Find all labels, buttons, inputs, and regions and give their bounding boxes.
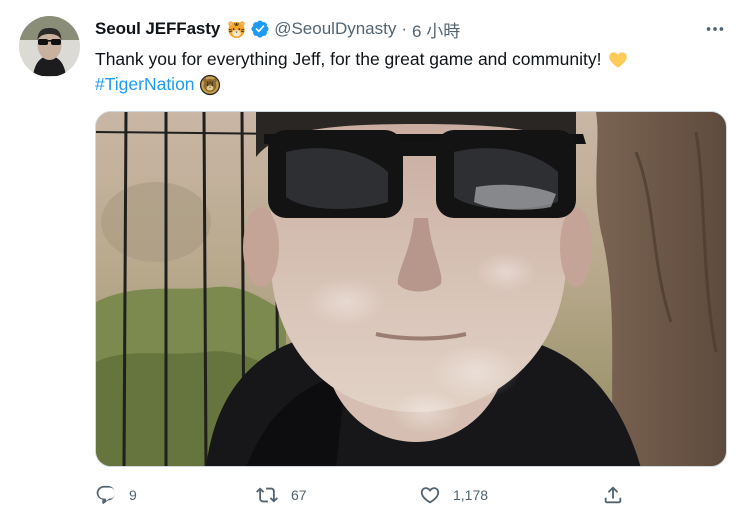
more-horizontal-icon bbox=[706, 27, 724, 31]
verified-badge-icon bbox=[250, 19, 270, 39]
timestamp[interactable]: 6 小時 bbox=[412, 17, 460, 42]
like-icon bbox=[420, 487, 440, 504]
display-name[interactable]: Seoul JEFFasty bbox=[95, 19, 220, 39]
author-handle[interactable]: @SeoulDynasty bbox=[274, 19, 396, 39]
like-button[interactable]: 1,178 bbox=[419, 482, 488, 508]
share-button[interactable] bbox=[602, 482, 624, 508]
reply-icon bbox=[96, 485, 115, 504]
tiger-face-icon bbox=[227, 20, 246, 39]
share-icon bbox=[604, 486, 622, 504]
retweet-icon bbox=[256, 487, 278, 503]
retweet-count: 67 bbox=[291, 487, 307, 503]
tweet-text: Thank you for everything Jeff, for the g… bbox=[95, 47, 735, 97]
photo-image bbox=[96, 112, 726, 466]
avatar-image bbox=[19, 16, 80, 77]
tweet-header: Seoul JEFFasty @SeoulDynasty · 6 小時 bbox=[95, 17, 460, 42]
retweet-button[interactable]: 67 bbox=[255, 482, 307, 508]
tweet-actions: 9 67 1,178 bbox=[95, 482, 635, 508]
avatar[interactable] bbox=[19, 16, 80, 77]
media-photo[interactable] bbox=[95, 111, 727, 467]
tweet: Seoul JEFFasty @SeoulDynasty · 6 小時 Than… bbox=[0, 0, 754, 523]
more-options-button[interactable] bbox=[702, 18, 728, 40]
like-count: 1,178 bbox=[453, 487, 489, 503]
reply-count: 9 bbox=[129, 487, 137, 503]
tweet-body: Thank you for everything Jeff, for the g… bbox=[95, 49, 602, 69]
tiger-nation-badge-icon bbox=[199, 74, 221, 96]
yellow-heart-icon bbox=[608, 50, 628, 70]
separator-dot: · bbox=[401, 19, 408, 38]
reply-button[interactable]: 9 bbox=[95, 482, 137, 508]
hashtag-link[interactable]: #TigerNation bbox=[95, 72, 195, 97]
